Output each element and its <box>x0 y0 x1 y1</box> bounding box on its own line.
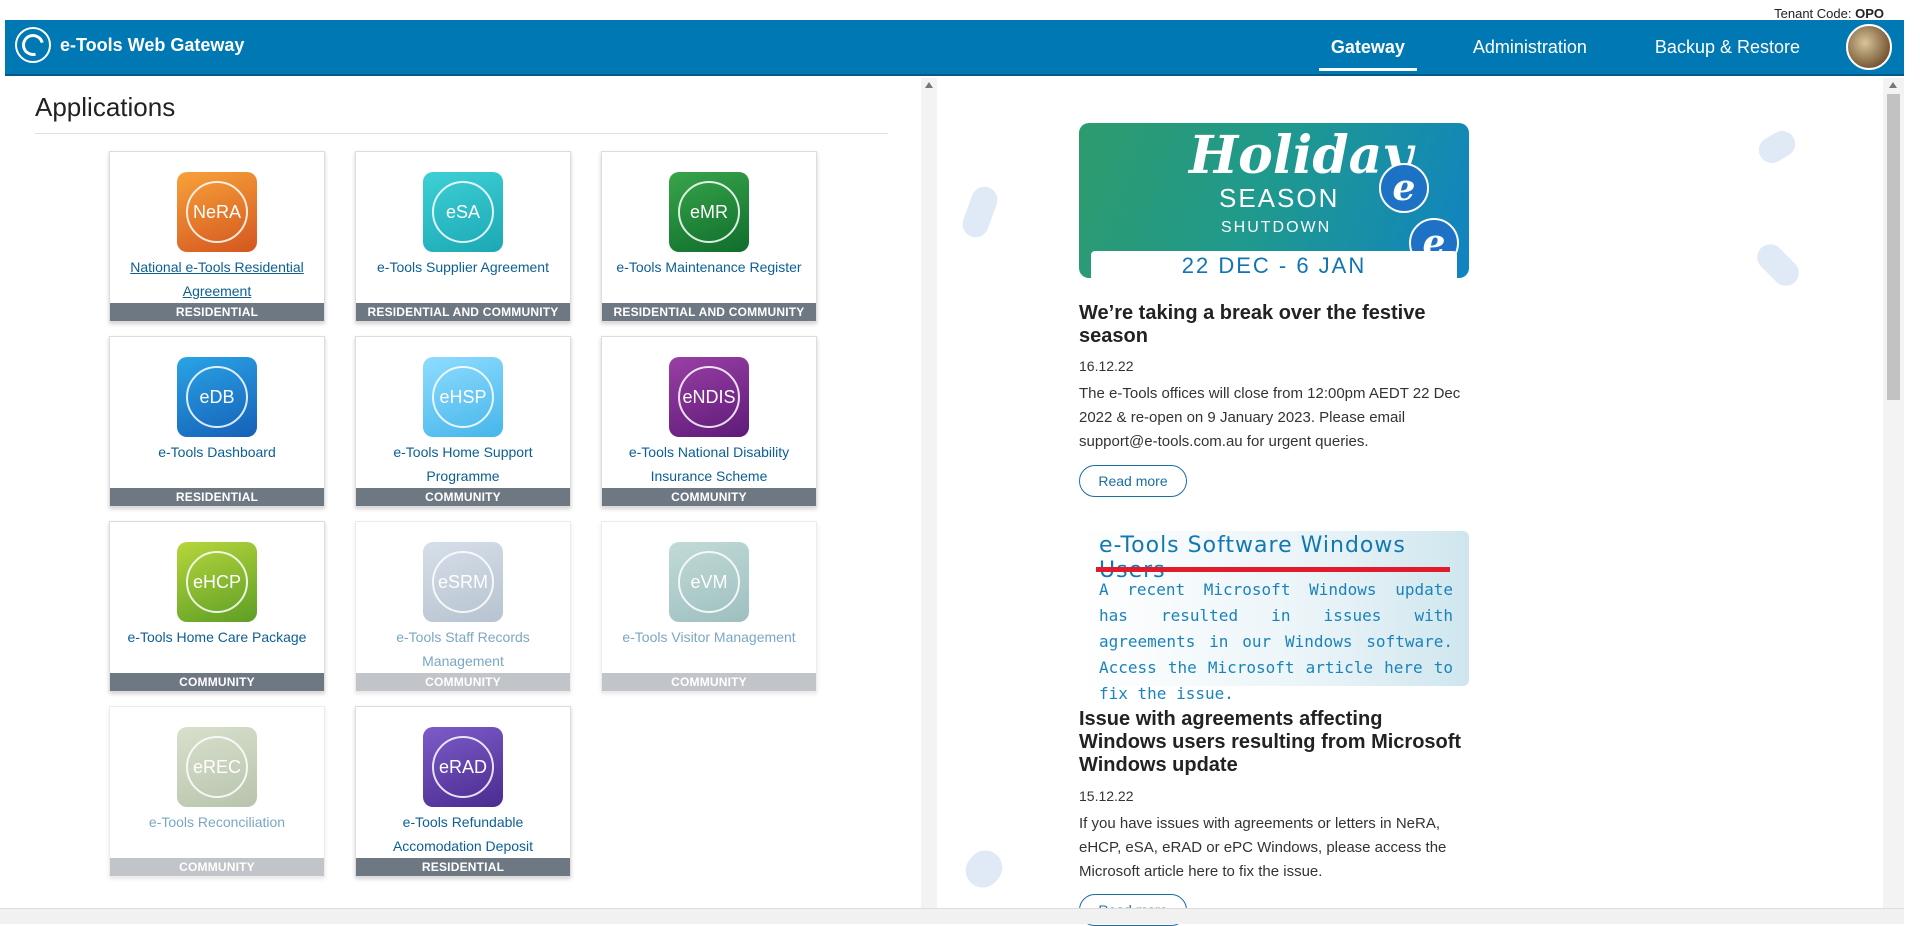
nav-backup-restore[interactable]: Backup & Restore <box>1643 23 1812 71</box>
app-icon-label: eDB <box>186 366 248 428</box>
ehcp-app-icon: eHCP <box>177 542 257 622</box>
emr-app-icon: eMR <box>669 172 749 252</box>
news-panel: Holiday SEASON SHUTDOWN e e 22 DEC - 6 J… <box>937 78 1883 926</box>
news-body: If you have issues with agreements or le… <box>1079 815 1447 880</box>
app-category-tag: COMMUNITY <box>356 673 570 691</box>
app-icon-label: eMR <box>678 181 740 243</box>
app-icon-label: eRAD <box>432 736 494 798</box>
app-card-esa[interactable]: eSA e-Tools Supplier Agreement RESIDENTIAL… <box>355 151 571 322</box>
app-name: e-Tools National Disability Insurance Sc… <box>628 444 790 484</box>
holiday-banner[interactable]: Holiday SEASON SHUTDOWN e e 22 DEC - 6 J… <box>1079 123 1469 278</box>
endis-app-icon: eNDIS <box>669 357 749 437</box>
news-date: 16.12.22 <box>1079 358 1134 374</box>
tenant-label: Tenant Code: <box>1774 6 1852 21</box>
app-card-erad[interactable]: eRAD e-Tools Refundable Accomodation Depo… <box>355 706 571 877</box>
app-name: e-Tools Refundable Accomodation Deposit <box>392 814 534 854</box>
app-icon-label: eSA <box>432 181 494 243</box>
esrm-app-icon: eSRM <box>423 542 503 622</box>
app-card-erec[interactable]: eREC e-Tools Reconciliation COMMUNITY <box>109 706 325 877</box>
user-avatar-icon[interactable] <box>1846 24 1892 70</box>
ehsp-app-icon: eHSP <box>423 357 503 437</box>
app-name: e-Tools Visitor Management <box>622 629 796 645</box>
banner2-underline <box>1096 567 1450 572</box>
app-name: e-Tools Reconciliation <box>148 814 286 830</box>
read-more-button[interactable]: Read more <box>1079 465 1187 497</box>
banner2-text: A recent Microsoft Windows update has re… <box>1099 580 1453 703</box>
erad-app-icon: eRAD <box>423 727 503 807</box>
banner-dates: 22 DEC - 6 JAN <box>1091 251 1457 278</box>
app-name: e-Tools Dashboard <box>158 444 276 460</box>
app-name: e-Tools Staff Records Management <box>396 629 530 669</box>
app-card-ehcp[interactable]: eHCP e-Tools Home Care Package COMMUNITY <box>109 521 325 692</box>
app-category-tag: RESIDENTIAL <box>356 858 570 876</box>
esa-app-icon: eSA <box>423 172 503 252</box>
decor-shape <box>1754 126 1800 168</box>
app-category-tag: RESIDENTIAL AND COMMUNITY <box>602 303 816 321</box>
news-date: 15.12.22 <box>1079 788 1134 804</box>
news-title: Issue with agreements affecting Windows … <box>1079 708 1462 776</box>
evm-app-icon: eVM <box>669 542 749 622</box>
news-body: The e-Tools offices will close from 12:0… <box>1079 385 1461 450</box>
app-category-tag: COMMUNITY <box>110 858 324 876</box>
decor-shape <box>1751 238 1805 292</box>
decor-shape <box>958 183 1002 241</box>
app-category-tag: COMMUNITY <box>356 488 570 506</box>
nera-app-icon: NeRA <box>177 172 257 252</box>
app-card-ehsp[interactable]: eHSP e-Tools Home Support Programme COMMUN… <box>355 336 571 507</box>
app-card-evm[interactable]: eVM e-Tools Visitor Management COMMUNITY <box>601 521 817 692</box>
app-card-endis[interactable]: eNDIS e-Tools National Disability Insuran… <box>601 336 817 507</box>
app-grid: NeRA National e-Tools Residential Agreeme… <box>109 151 817 877</box>
app-icon-label: eREC <box>186 736 248 798</box>
ornament-icon: e <box>1379 163 1429 213</box>
app-category-tag: RESIDENTIAL <box>110 488 324 506</box>
brand-title[interactable]: e-Tools Web Gateway <box>60 35 244 56</box>
etools-logo-icon[interactable] <box>15 27 51 63</box>
app-icon-label: NeRA <box>186 181 248 243</box>
app-icon-label: eSRM <box>432 551 494 613</box>
app-category-tag: COMMUNITY <box>602 488 816 506</box>
nav-administration[interactable]: Administration <box>1461 23 1599 71</box>
app-name: e-Tools Home Care Package <box>127 629 307 645</box>
banner-holiday-text: Holiday <box>1189 125 1413 186</box>
app-card-emr[interactable]: eMR e-Tools Maintenance Register RESIDENTI… <box>601 151 817 322</box>
main-nav: Gateway Administration Backup & Restore <box>1297 20 1904 74</box>
app-card-edb[interactable]: eDB e-Tools Dashboard RESIDENTIAL <box>109 336 325 507</box>
app-card-nera[interactable]: NeRA National e-Tools Residential Agreeme… <box>109 151 325 322</box>
erec-app-icon: eREC <box>177 727 257 807</box>
nav-gateway[interactable]: Gateway <box>1318 23 1417 71</box>
app-card-esrm[interactable]: eSRM e-Tools Staff Records Management COMM… <box>355 521 571 692</box>
app-category-tag: COMMUNITY <box>602 673 816 691</box>
right-scrollbar[interactable] <box>1883 78 1904 908</box>
edb-app-icon: eDB <box>177 357 257 437</box>
app-icon-label: eHSP <box>432 366 494 428</box>
left-scrollbar[interactable] <box>921 78 937 908</box>
app-category-tag: RESIDENTIAL <box>110 303 324 321</box>
page-title: Applications <box>35 92 176 122</box>
app-name: e-Tools Supplier Agreement <box>377 259 549 275</box>
news-title: We’re taking a break over the festive se… <box>1079 302 1426 347</box>
banner2-title: e-Tools Software Windows Users <box>1099 533 1406 583</box>
banner-season-text: SEASON <box>1219 183 1340 213</box>
horizontal-scrollbar[interactable] <box>0 908 1904 924</box>
decor-shape <box>958 843 1010 895</box>
app-name: e-Tools Maintenance Register <box>616 259 802 275</box>
windows-update-banner[interactable]: e-Tools Software Windows Users A recent … <box>1079 531 1469 703</box>
banner-shutdown-text: SHUTDOWN <box>1221 219 1332 236</box>
app-category-tag: COMMUNITY <box>110 673 324 691</box>
app-icon-label: eNDIS <box>678 366 740 428</box>
app-category-tag: RESIDENTIAL AND COMMUNITY <box>356 303 570 321</box>
app-icon-label: eHCP <box>186 551 248 613</box>
app-icon-label: eVM <box>678 551 740 613</box>
tenant-code-value: OPO <box>1855 6 1884 21</box>
app-name[interactable]: National e-Tools Residential Agreement <box>116 255 318 303</box>
applications-panel: Applications NeRA National e-Tools Reside… <box>5 78 921 908</box>
tenant-code: Tenant Code: OPO <box>1774 6 1884 21</box>
app-name: e-Tools Home Support Programme <box>393 444 533 484</box>
title-divider <box>35 133 888 134</box>
top-navbar: e-Tools Web Gateway Gateway Administrati… <box>5 20 1904 76</box>
